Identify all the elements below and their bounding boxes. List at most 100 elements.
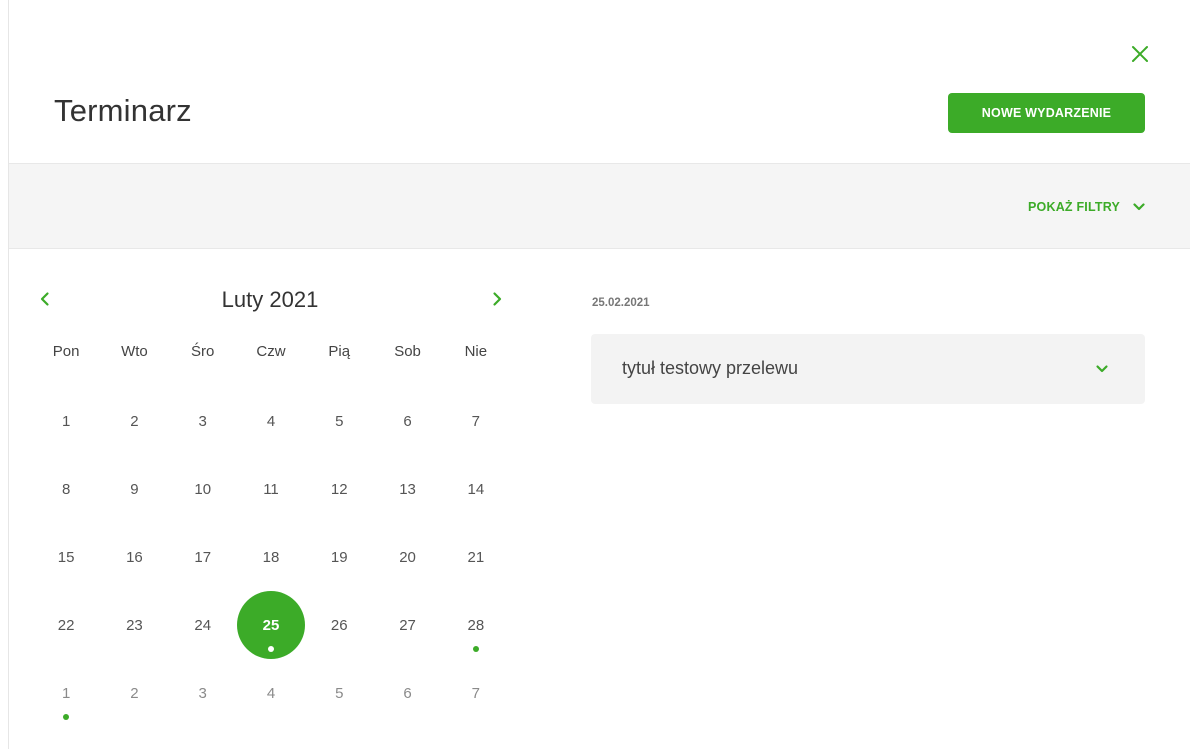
calendar-day-other-month[interactable]: 4 <box>237 659 305 727</box>
calendar-day-number: 17 <box>194 548 212 566</box>
calendar-day-number: 21 <box>467 548 485 566</box>
calendar-day-number: 14 <box>467 480 485 498</box>
calendar-day[interactable]: 11 <box>237 455 305 523</box>
filter-bar: POKAŻ FILTRY <box>9 163 1190 249</box>
calendar-day[interactable]: 9 <box>100 455 168 523</box>
chevron-left-icon <box>40 292 49 306</box>
calendar-day[interactable]: 4 <box>237 387 305 455</box>
calendar-day-number: 13 <box>399 480 416 498</box>
calendar-day-other-month[interactable]: 7 <box>442 659 510 727</box>
calendar-day-number: 7 <box>471 412 480 430</box>
calendar-day[interactable]: 22 <box>32 591 100 659</box>
event-title: tytuł testowy przelewu <box>622 358 799 378</box>
calendar-day-number: 15 <box>57 548 75 566</box>
calendar-day[interactable]: 8 <box>32 455 100 523</box>
calendar-day[interactable]: 17 <box>169 523 237 591</box>
calendar-day[interactable]: 28 <box>442 591 510 659</box>
calendar-day-number: 1 <box>61 684 71 702</box>
weekday-label: Nie <box>464 343 488 360</box>
calendar-day-other-month[interactable]: 3 <box>169 659 237 727</box>
calendar-day-number: 28 <box>467 616 485 634</box>
calendar-day[interactable]: 26 <box>305 591 373 659</box>
calendar-day-number: 5 <box>335 412 344 430</box>
calendar-day[interactable]: 1 <box>32 387 100 455</box>
weekday-header: Pon Wto Śro Czw Pią Sob Nie <box>32 343 510 360</box>
calendar-day[interactable]: 10 <box>169 455 237 523</box>
calendar-day-number: 1 <box>61 412 71 430</box>
calendar-day-number: 27 <box>399 616 416 634</box>
calendar-day-number: 12 <box>330 480 348 498</box>
selected-date-label: 25.02.2021 <box>592 297 650 309</box>
event-indicator-dot <box>63 714 70 720</box>
calendar-week-row: 22 23 24 25 26 27 28 <box>32 591 510 659</box>
calendar-day-number: 7 <box>471 684 480 702</box>
calendar-grid: 1 2 3 4 5 6 7 8 9 10 11 12 13 14 15 16 17 18 19 20 21 22 23 24 2… <box>32 387 510 727</box>
calendar-day-number: 9 <box>130 480 139 498</box>
calendar-day[interactable]: 6 <box>373 387 441 455</box>
calendar-month-label: Luty 2021 <box>221 287 319 312</box>
weekday-label: Sob <box>394 343 421 360</box>
calendar-day-selected[interactable]: 25 <box>236 591 306 659</box>
show-filters-label: POKAŻ FILTRY <box>1028 200 1120 214</box>
calendar-day-number: 24 <box>194 616 212 634</box>
close-button[interactable] <box>1128 42 1152 66</box>
page-title: Terminarz <box>54 93 192 128</box>
calendar-day-number: 20 <box>399 548 416 566</box>
calendar-week-row: 1 2 3 4 5 6 7 <box>32 387 510 455</box>
calendar-day-number: 11 <box>263 480 279 498</box>
calendar-day-number: 25 <box>262 616 280 634</box>
calendar-day-number: 19 <box>330 548 348 566</box>
calendar-day-other-month[interactable]: 6 <box>373 659 441 727</box>
calendar-day-number: 16 <box>126 548 143 566</box>
previous-month-button[interactable] <box>36 290 54 308</box>
calendar-day-number: 10 <box>194 480 212 498</box>
calendar-week-row: 15 16 17 18 19 20 21 <box>32 523 510 591</box>
calendar-day-number: 8 <box>61 480 71 498</box>
calendar-day-number: 18 <box>262 548 280 566</box>
calendar-day[interactable]: 14 <box>442 455 510 523</box>
calendar-day-other-month[interactable]: 1 <box>32 659 100 727</box>
calendar-day-number: 23 <box>126 616 143 634</box>
calendar-day-other-month[interactable]: 5 <box>305 659 373 727</box>
calendar-day[interactable]: 24 <box>169 591 237 659</box>
calendar-day[interactable]: 3 <box>169 387 237 455</box>
calendar-day-number: 3 <box>198 684 207 702</box>
calendar-day-number: 2 <box>130 684 139 702</box>
calendar-day[interactable]: 23 <box>100 591 168 659</box>
calendar-day[interactable]: 7 <box>442 387 510 455</box>
calendar-day-number: 5 <box>335 684 344 702</box>
event-indicator-dot <box>267 646 274 652</box>
calendar-week-row: 8 9 10 11 12 13 14 <box>32 455 510 523</box>
chevron-down-icon[interactable] <box>1095 362 1109 376</box>
calendar-day[interactable]: 20 <box>373 523 441 591</box>
next-month-button[interactable] <box>488 290 506 308</box>
calendar-day[interactable]: 15 <box>32 523 100 591</box>
calendar-day[interactable]: 19 <box>305 523 373 591</box>
calendar-day-number: 2 <box>130 412 139 430</box>
calendar-day[interactable]: 2 <box>100 387 168 455</box>
calendar-day[interactable]: 13 <box>373 455 441 523</box>
calendar-day[interactable]: 5 <box>305 387 373 455</box>
calendar-week-row: 1 2 3 4 5 6 7 <box>32 659 510 727</box>
calendar-day[interactable]: 18 <box>237 523 305 591</box>
calendar-day[interactable]: 12 <box>305 455 373 523</box>
show-filters-toggle[interactable]: POKAŻ FILTRY <box>1028 200 1146 214</box>
new-event-button[interactable]: NOWE WYDARZENIE <box>948 93 1145 133</box>
event-indicator-dot <box>472 646 479 652</box>
calendar-day[interactable]: 16 <box>100 523 168 591</box>
weekday-label: Pon <box>52 343 80 360</box>
weekday-label: Śro <box>191 343 215 360</box>
calendar-day-number: 6 <box>403 684 412 702</box>
calendar-day[interactable]: 27 <box>373 591 441 659</box>
panel-left-border <box>8 0 9 749</box>
chevron-right-icon <box>493 292 502 306</box>
weekday-label: Wto <box>121 343 148 360</box>
calendar-day[interactable]: 21 <box>442 523 510 591</box>
calendar-day-other-month[interactable]: 2 <box>100 659 168 727</box>
calendar-day-number: 4 <box>266 684 276 702</box>
weekday-label: Czw <box>256 343 286 360</box>
weekday-label: Pią <box>328 343 351 360</box>
calendar-day-number: 4 <box>266 412 276 430</box>
calendar-day-number: 3 <box>198 412 207 430</box>
event-item[interactable]: tytuł testowy przelewu <box>591 334 1145 404</box>
